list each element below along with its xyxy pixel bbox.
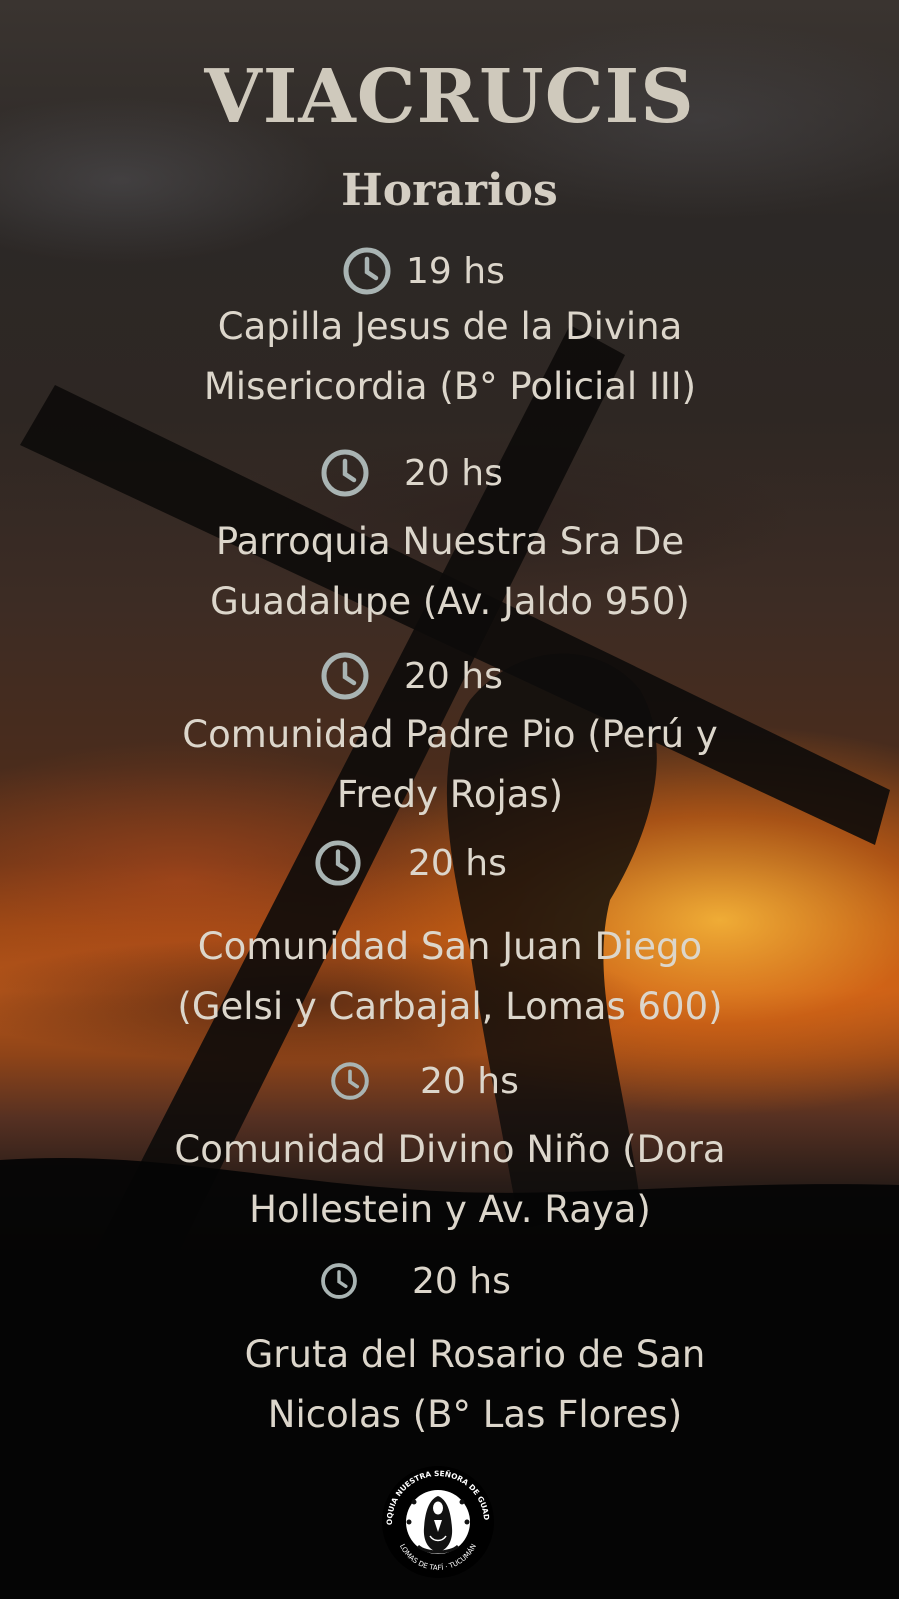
schedule-place-line: (Gelsi y Carbajal, Lomas 600)	[177, 985, 723, 1028]
schedule-time-row: 20 hs	[320, 446, 503, 500]
schedule-place: Comunidad Padre Pio (Perú y Fredy Rojas)	[90, 705, 810, 825]
schedule-time: 20 hs	[408, 842, 507, 884]
schedule-place: Comunidad San Juan Diego (Gelsi y Carbaj…	[90, 917, 810, 1037]
schedule-place-line: Misericordia (B° Policial III)	[203, 365, 697, 408]
schedule-place: Parroquia Nuestra Sra De Guadalupe (Av. …	[90, 512, 810, 632]
parish-logo: PARROQUIA NUESTRA SEÑORA DE GUADALUPE LO…	[378, 1462, 494, 1578]
schedule-place-line: Gruta del Rosario de San	[244, 1333, 706, 1376]
schedule-place-line: Comunidad Divino Niño (Dora	[174, 1128, 726, 1171]
schedule-place-line: Comunidad San Juan Diego	[197, 925, 703, 968]
schedule-place-line: Comunidad Padre Pio (Perú y	[182, 713, 718, 756]
schedule-place-line: Nicolas (B° Las Flores)	[267, 1393, 683, 1436]
schedule-place: Capilla Jesus de la Divina Misericordia …	[90, 297, 810, 417]
schedule-time: 20 hs	[404, 655, 503, 697]
schedule-time: 19 hs	[406, 250, 505, 292]
page-title: VIACRUCIS	[204, 54, 695, 140]
schedule-time-row: 20 hs	[320, 649, 503, 703]
schedule-time-row: 20 hs	[320, 1254, 511, 1308]
schedule-place: Gruta del Rosario de San Nicolas (B° Las…	[115, 1325, 835, 1445]
schedule-place: Comunidad Divino Niño (Dora Hollestein y…	[90, 1120, 810, 1240]
clock-icon	[330, 1061, 370, 1101]
clock-icon	[342, 246, 392, 296]
schedule-subtitle: Horarios	[341, 165, 558, 216]
schedule-time: 20 hs	[404, 452, 503, 494]
schedule-place-line: Parroquia Nuestra Sra De	[215, 520, 685, 563]
clock-icon	[320, 448, 370, 498]
clock-icon	[314, 839, 362, 887]
schedule-time-row: 20 hs	[314, 836, 507, 890]
schedule-place-line: Hollestein y Av. Raya)	[249, 1188, 651, 1231]
schedule-time: 20 hs	[412, 1260, 511, 1302]
schedule-place-line: Fredy Rojas)	[336, 773, 564, 816]
schedule-place-line: Guadalupe (Av. Jaldo 950)	[210, 580, 690, 623]
clock-icon	[320, 651, 370, 701]
schedule-time-row: 20 hs	[330, 1054, 519, 1108]
clock-icon	[320, 1262, 358, 1300]
schedule-time: 20 hs	[420, 1060, 519, 1102]
schedule-place-line: Capilla Jesus de la Divina	[217, 305, 683, 348]
schedule-time-row: 19 hs	[342, 244, 505, 298]
